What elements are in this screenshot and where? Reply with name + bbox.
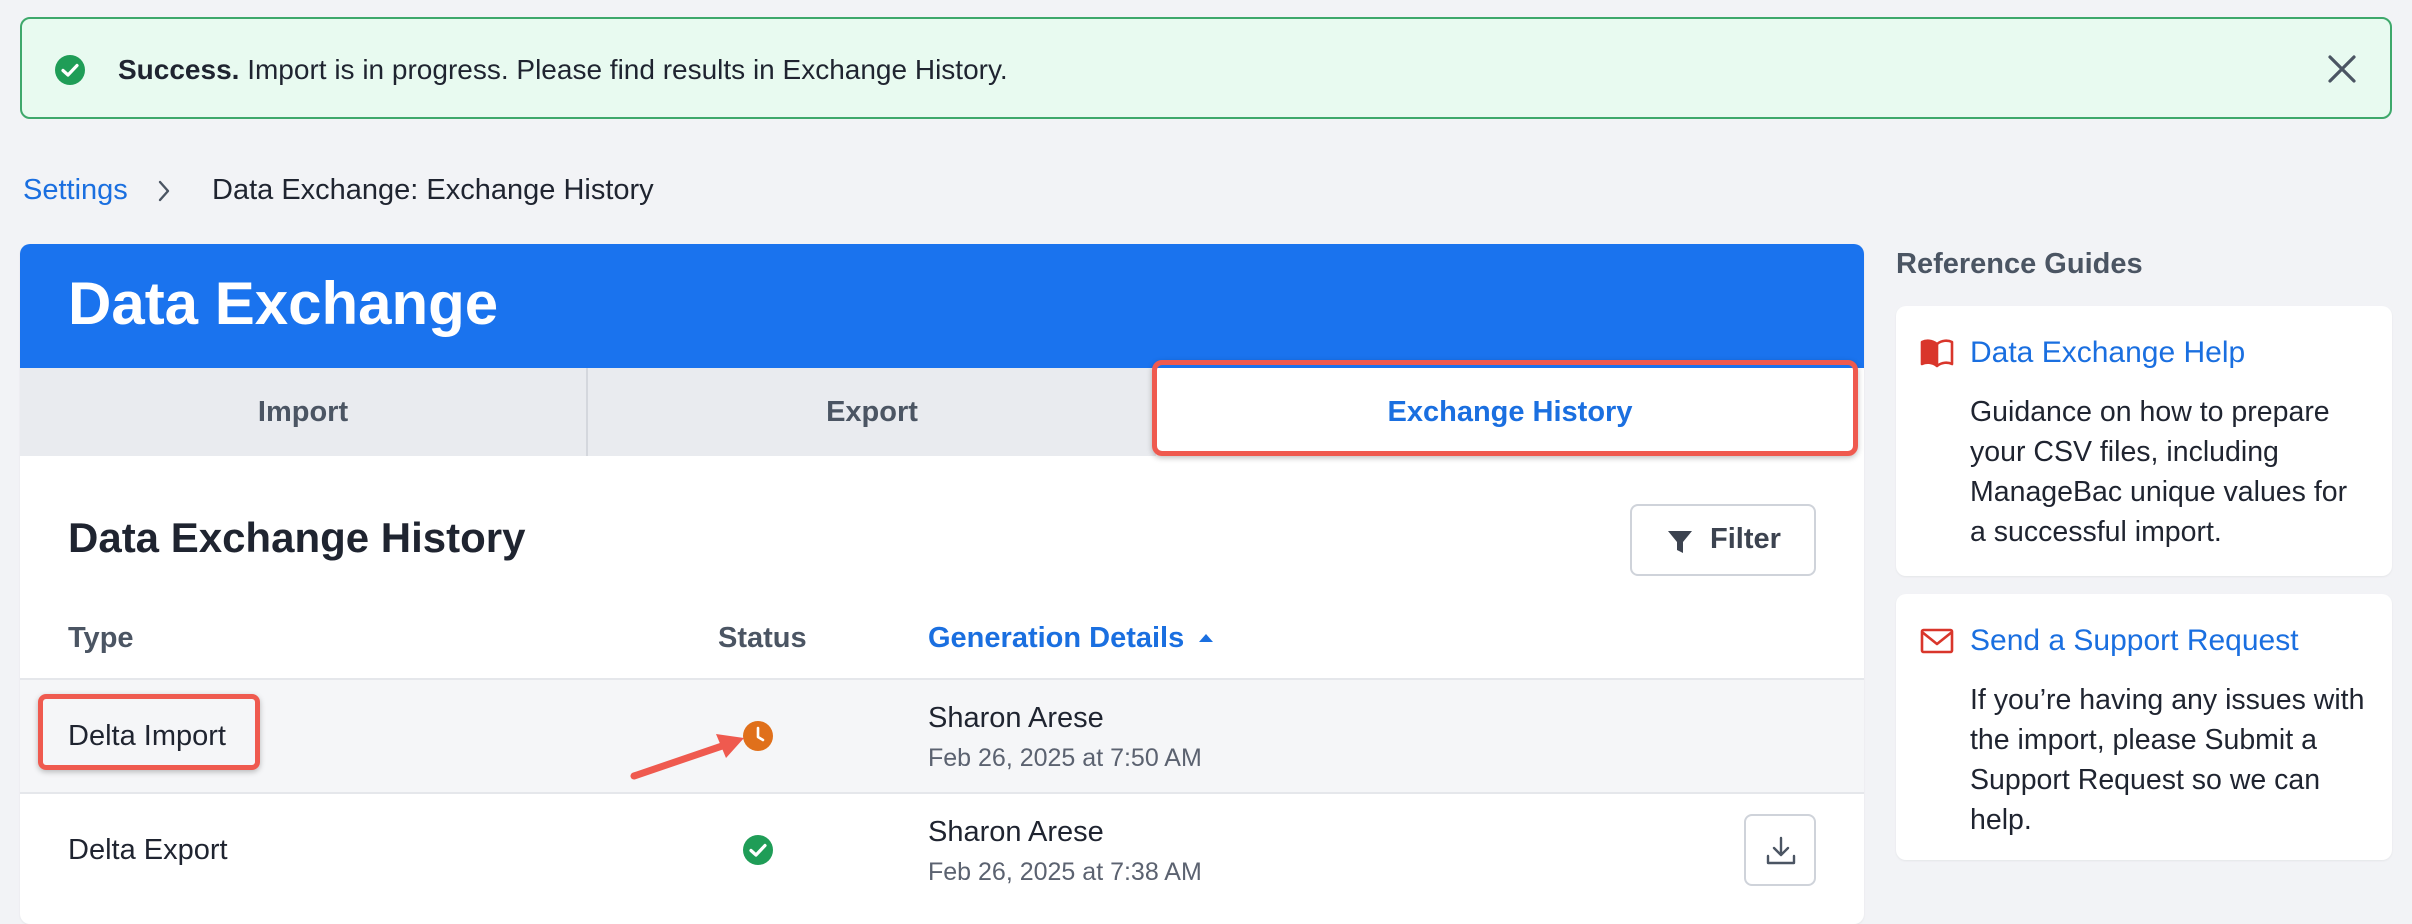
breadcrumb-settings-link[interactable]: Settings <box>23 174 128 207</box>
filter-button[interactable]: Filter <box>1630 504 1816 576</box>
table-row: Delta Export Sharon Arese Feb 26, 2025 a… <box>20 792 1864 906</box>
column-header-status: Status <box>718 622 807 654</box>
card-header: Data Exchange <box>20 244 1864 368</box>
tab-export[interactable]: Export <box>588 368 1156 456</box>
highlight-box-type <box>38 694 260 770</box>
guide-description: If you’re having any issues with the imp… <box>1970 684 2365 836</box>
banner-strong: Success. <box>118 54 240 85</box>
column-header-generation-details[interactable]: Generation Details <box>928 622 1184 655</box>
row-type: Delta Export <box>68 834 228 866</box>
close-icon[interactable] <box>2322 49 2362 89</box>
generated-by: Sharon Arese <box>928 702 1104 734</box>
banner-message: Success. Import is in progress. Please f… <box>118 53 1008 87</box>
table-row: Delta Import Sharon Arese Feb 26, 2025 a… <box>20 678 1864 792</box>
download-button[interactable] <box>1744 814 1816 886</box>
data-exchange-help-link[interactable]: Data Exchange Help <box>1970 336 2245 370</box>
column-header-type: Type <box>68 622 134 654</box>
data-exchange-card: Data Exchange Import Export Exchange His… <box>20 244 1864 924</box>
generated-date: Feb 26, 2025 at 7:50 AM <box>928 744 1202 772</box>
download-icon <box>1766 836 1796 865</box>
filter-icon <box>1668 531 1692 553</box>
guide-card-support-request: Send a Support Request If you’re having … <box>1896 594 2392 860</box>
reference-guides-title: Reference Guides <box>1896 248 2143 280</box>
generated-by: Sharon Arese <box>928 816 1104 848</box>
filter-label: Filter <box>1710 523 1781 555</box>
book-icon <box>1920 339 1954 368</box>
chevron-right-icon <box>158 180 170 202</box>
send-support-request-link[interactable]: Send a Support Request <box>1970 624 2299 658</box>
annotation-arrow <box>630 734 744 780</box>
banner-text: Import is in progress. Please find resul… <box>239 54 1008 85</box>
generated-date: Feb 26, 2025 at 7:38 AM <box>928 858 1202 886</box>
check-circle-icon <box>743 835 773 865</box>
page-title: Data Exchange <box>68 270 499 337</box>
highlight-box-tab <box>1152 360 1858 456</box>
tab-import[interactable]: Import <box>20 368 588 456</box>
success-banner: Success. Import is in progress. Please f… <box>20 17 2392 119</box>
envelope-icon <box>1920 628 1954 654</box>
guide-card-data-exchange-help: Data Exchange Help Guidance on how to pr… <box>1896 306 2392 576</box>
check-circle-icon <box>55 55 85 85</box>
section-title: Data Exchange History <box>68 514 526 561</box>
sort-ascending-icon[interactable] <box>1196 629 1216 647</box>
guide-description: Guidance on how to prepare your CSV file… <box>1970 396 2348 548</box>
breadcrumb-current: Data Exchange: Exchange History <box>212 174 654 206</box>
